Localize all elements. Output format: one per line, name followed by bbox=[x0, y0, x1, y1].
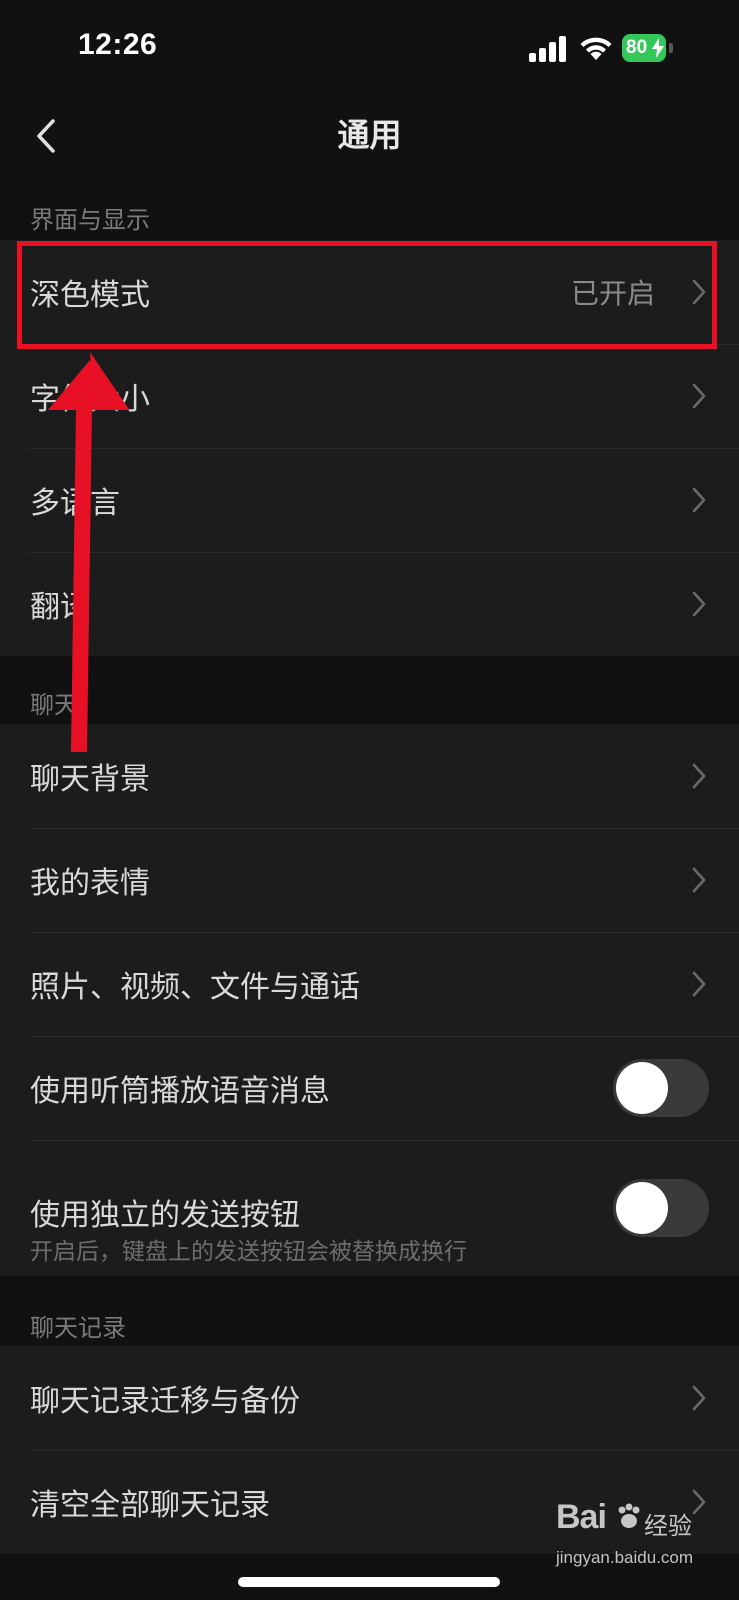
chevron-right-icon bbox=[692, 279, 706, 305]
settings-group-chat: 聊天背景 我的表情 照片、视频、文件与通话 使用听筒播放语音消息 使用独立的发送… bbox=[0, 724, 739, 1276]
settings-group-history: 聊天记录迁移与备份 清空全部聊天记录 bbox=[0, 1346, 739, 1554]
chevron-right-icon bbox=[692, 1385, 706, 1411]
chevron-right-icon bbox=[692, 383, 706, 409]
row-label: 翻译 bbox=[30, 590, 90, 625]
chevron-right-icon bbox=[692, 487, 706, 513]
row-label: 我的表情 bbox=[30, 866, 150, 901]
section-header-display: 界面与显示 bbox=[30, 206, 150, 234]
home-indicator[interactable] bbox=[238, 1577, 500, 1587]
row-language[interactable]: 多语言 bbox=[0, 448, 739, 552]
page-title: 通用 bbox=[337, 116, 402, 154]
row-label: 聊天记录迁移与备份 bbox=[30, 1384, 300, 1419]
row-label: 清空全部聊天记录 bbox=[30, 1488, 270, 1523]
battery-indicator: 80 bbox=[622, 34, 674, 62]
chevron-right-icon bbox=[692, 971, 706, 997]
row-clear-all[interactable]: 清空全部聊天记录 bbox=[0, 1450, 739, 1554]
row-label: 使用听筒播放语音消息 bbox=[30, 1074, 330, 1109]
section-header-history: 聊天记录 bbox=[30, 1314, 126, 1342]
chevron-right-icon bbox=[692, 763, 706, 789]
chevron-right-icon bbox=[692, 867, 706, 893]
row-label: 字体大小 bbox=[30, 382, 150, 417]
settings-group-display: 深色模式 已开启 字体大小 多语言 翻译 bbox=[0, 240, 739, 656]
charging-bolt-icon bbox=[652, 38, 664, 58]
row-label: 深色模式 bbox=[30, 278, 150, 313]
row-my-stickers[interactable]: 我的表情 bbox=[0, 828, 739, 932]
row-migrate-backup[interactable]: 聊天记录迁移与备份 bbox=[0, 1346, 739, 1450]
row-label: 照片、视频、文件与通话 bbox=[30, 970, 360, 1005]
row-label: 多语言 bbox=[30, 486, 120, 521]
chevron-right-icon bbox=[692, 591, 706, 617]
row-label: 聊天背景 bbox=[30, 762, 150, 797]
dark-mode-status: 已开启 bbox=[570, 277, 655, 310]
navigation-bar: 通用 bbox=[0, 96, 739, 176]
toggle-knob bbox=[616, 1062, 668, 1114]
cellular-signal-icon bbox=[529, 36, 566, 62]
row-label: 使用独立的发送按钮 bbox=[30, 1198, 300, 1233]
row-dark-mode[interactable]: 深色模式 已开启 bbox=[0, 240, 739, 344]
row-send-button: 使用独立的发送按钮 开启后，键盘上的发送按钮会被替换成换行 bbox=[0, 1140, 739, 1276]
wifi-icon bbox=[580, 37, 612, 60]
row-translate[interactable]: 翻译 bbox=[0, 552, 739, 656]
status-time: 12:26 bbox=[78, 28, 158, 61]
battery-cap bbox=[669, 43, 673, 53]
status-bar: 12:26 80 bbox=[0, 0, 739, 96]
row-media-files-calls[interactable]: 照片、视频、文件与通话 bbox=[0, 932, 739, 1036]
earpiece-playback-toggle[interactable] bbox=[613, 1059, 709, 1117]
send-button-toggle[interactable] bbox=[613, 1179, 709, 1237]
row-earpiece-playback: 使用听筒播放语音消息 bbox=[0, 1036, 739, 1140]
section-header-chat: 聊天 bbox=[30, 691, 78, 719]
toggle-knob bbox=[616, 1182, 668, 1234]
row-description: 开启后，键盘上的发送按钮会被替换成换行 bbox=[30, 1239, 467, 1265]
row-chat-background[interactable]: 聊天背景 bbox=[0, 724, 739, 828]
chevron-right-icon bbox=[692, 1489, 706, 1515]
row-font-size[interactable]: 字体大小 bbox=[0, 344, 739, 448]
